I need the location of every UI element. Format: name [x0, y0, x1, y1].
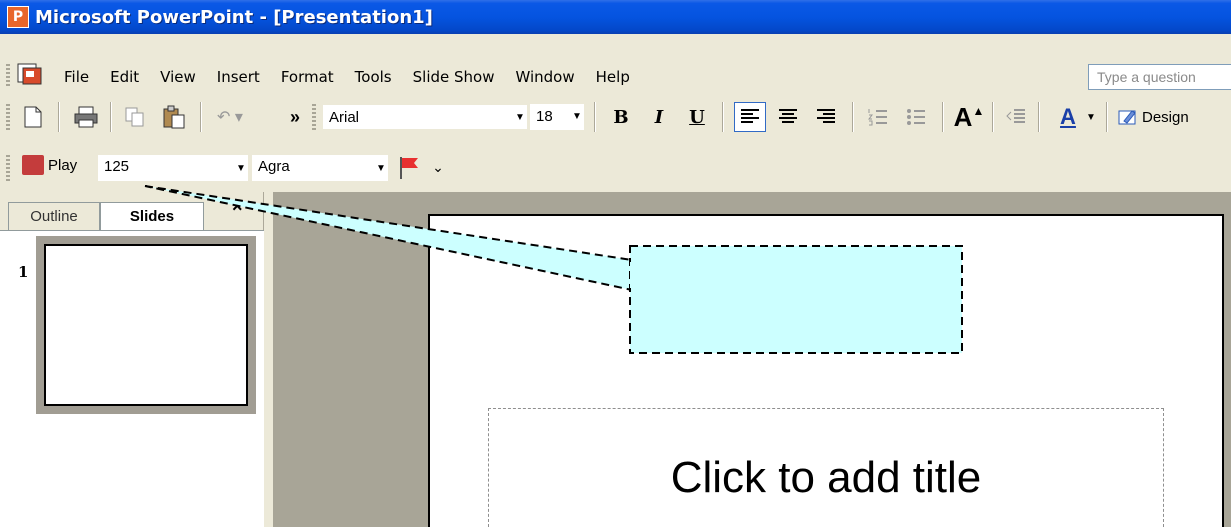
font-color-button[interactable]: A [1048, 104, 1088, 130]
title-placeholder[interactable]: Click to add title [488, 408, 1164, 527]
design-button[interactable]: Design [1118, 104, 1228, 130]
font-name-value: Arial [329, 109, 360, 126]
decrease-indent-icon[interactable] [1002, 104, 1030, 130]
voice-field[interactable]: Agra [258, 158, 290, 175]
title-placeholder-text: Click to add title [670, 453, 982, 502]
toolbar-separator [1106, 102, 1108, 132]
voice-combo[interactable]: Agra ▼ [252, 155, 388, 181]
toolbar-separator [594, 102, 596, 132]
bullets-icon[interactable] [902, 104, 930, 130]
close-icon[interactable]: × [232, 196, 243, 217]
menu-format[interactable]: Format [281, 68, 334, 86]
chevron-down-icon[interactable]: ▼ [570, 104, 584, 128]
menu-items: File Edit View Insert Format Tools Slide… [64, 68, 651, 86]
presentation-doc-icon[interactable] [16, 62, 44, 88]
chevron-down-icon[interactable]: ▼ [234, 156, 248, 180]
tab-slides[interactable]: Slides [100, 202, 204, 230]
print-icon[interactable] [72, 104, 100, 130]
slide-thumbnail-preview [44, 244, 248, 406]
menu-edit[interactable]: Edit [110, 68, 139, 86]
italic-button[interactable]: I [646, 104, 672, 130]
toolbar-separator [1038, 102, 1040, 132]
play-icon [22, 155, 44, 175]
underline-button[interactable]: U [684, 104, 710, 130]
play-label: Play [48, 156, 78, 174]
title-bar[interactable]: P Microsoft PowerPoint - [Presentation1] [0, 0, 1231, 34]
slide-number: 1 [18, 263, 29, 281]
value-field[interactable]: 125 [104, 158, 129, 175]
align-center-icon [779, 109, 797, 123]
toolbar-grip[interactable] [6, 104, 10, 130]
toolbar-separator [200, 102, 202, 132]
flag-icon[interactable] [394, 154, 424, 180]
toolbar-separator [58, 102, 60, 132]
font-size-select[interactable]: 18 ▼ [530, 104, 584, 130]
menu-file[interactable]: File [64, 68, 89, 86]
toolbar-separator [852, 102, 854, 132]
align-right-button[interactable] [812, 104, 840, 130]
toolbar-separator [110, 102, 112, 132]
menu-help[interactable]: Help [596, 68, 630, 86]
undo-icon[interactable]: ↶ ▾ [212, 104, 248, 130]
chevron-down-icon[interactable]: ▼ [1084, 104, 1098, 130]
design-icon [1118, 110, 1136, 125]
menu-insert[interactable]: Insert [217, 68, 260, 86]
toolbar-grip[interactable] [6, 155, 10, 181]
toolbar-separator [992, 102, 994, 132]
toolbar-grip[interactable] [312, 104, 316, 130]
menu-grip[interactable] [6, 64, 10, 88]
design-label: Design [1142, 108, 1189, 126]
font-color-icon: A [1060, 104, 1076, 129]
chevron-down-icon[interactable]: ▼ [513, 105, 527, 129]
ask-question-input[interactable]: Type a question [1088, 64, 1231, 90]
align-center-button[interactable] [774, 104, 802, 130]
bold-button[interactable]: B [608, 104, 634, 130]
menu-window[interactable]: Window [515, 68, 574, 86]
increase-font-size-button[interactable]: A ▲ [953, 101, 985, 132]
tab-outline[interactable]: Outline [8, 202, 100, 230]
font-name-select[interactable]: Arial ▼ [322, 104, 528, 130]
value-combo[interactable]: 125 ▼ [98, 155, 248, 181]
align-left-icon [741, 109, 759, 123]
menu-bar: File Edit View Insert Format Tools Slide… [0, 34, 1231, 92]
slide-thumbnail[interactable] [36, 236, 256, 414]
chevron-down-icon[interactable]: ▼ [374, 156, 388, 180]
copy-icon[interactable] [122, 104, 148, 130]
powerpoint-app-icon[interactable]: P [7, 6, 29, 28]
align-left-button[interactable] [734, 102, 766, 132]
paste-icon[interactable] [160, 104, 188, 130]
more-buttons-icon[interactable]: » [286, 104, 304, 130]
align-right-icon [817, 109, 835, 123]
menu-view[interactable]: View [160, 68, 196, 86]
window-title: Microsoft PowerPoint - [Presentation1] [35, 6, 433, 28]
menu-tools[interactable]: Tools [355, 68, 392, 86]
formatting-toolbar: ↶ ▾ » Arial ▼ 18 ▼ B I U A ▲ A ▼ Design [0, 92, 1231, 140]
menu-slide-show[interactable]: Slide Show [413, 68, 495, 86]
toolbar-separator [942, 102, 944, 132]
font-size-value: 18 [536, 108, 553, 125]
numbering-icon[interactable] [864, 104, 892, 130]
play-button[interactable]: Play [22, 155, 77, 175]
toolbar-separator [722, 102, 724, 132]
narration-toolbar: Play 125 ▼ Agra ▼ ⌄ [0, 140, 1231, 192]
new-icon[interactable] [20, 104, 46, 130]
toolbar-options-icon[interactable]: ⌄ [430, 154, 446, 180]
grow-font-icon: A [953, 101, 973, 132]
